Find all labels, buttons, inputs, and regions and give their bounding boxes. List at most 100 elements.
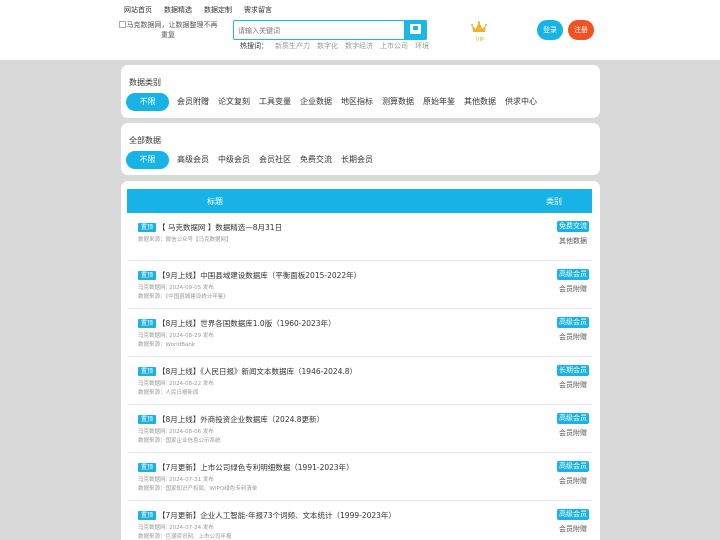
nav-home[interactable]: 网站首页 [124,5,152,15]
category-filter-panel: 数据类别 不限 会员附赠 论文复刻 工具变量 企业数据 地区指标 测算数据 原始… [121,65,600,118]
filter-chip[interactable]: 企业数据 [296,93,336,111]
search-box [233,20,427,40]
row-title-link[interactable]: 【8月上线】外商投资企业数据库（2024.8更新） [158,414,324,425]
row-source: 数据来源：国家知识产权局、WIPO绿色专利清单 [138,486,258,492]
row-title-link[interactable]: 【7月更新】企业人工智能-年报73个词频、文本统计（1999-2023年） [158,510,396,521]
data-list-panel: 标题 类别 置顶 【 马克数据网 】数据精选—8月31日 数据来源：微信公众号【… [121,181,600,540]
row-source: 数据来源：《中国县城建设统计年鉴》 [138,294,229,300]
row-category: 其他数据 [559,237,587,245]
logo-alt-text: 马克数据网，让数据整理不再重复 [126,21,218,39]
pinned-tag: 置顶 [138,223,157,232]
data-list: 置顶 【 马克数据网 】数据精选—8月31日 数据来源：微信公众号【马克数据网】… [127,213,592,540]
row-meta: 马克数据网: 2024-08-22 发布 [138,381,214,387]
row-category: 会员附赠 [559,525,587,533]
row-meta: 马克数据网: 2024-08-29 发布 [138,333,214,339]
row-meta: 马克数据网: 2024-09-05 发布 [138,285,214,291]
membership-badge: 高级会员 [557,509,589,520]
membership-badge: 高级会员 [557,269,589,280]
category-filter-options: 不限 会员附赠 论文复刻 工具变量 企业数据 地区指标 测算数据 原始年鉴 其他… [126,93,542,111]
vip-link[interactable]: VIP [471,18,489,43]
top-nav: 网站首页 数据精选 数据定制 需求留言 [124,5,272,15]
row-category: 会员附赠 [559,285,587,293]
hot-search-item[interactable]: 数字化 [317,41,338,51]
filter-chip[interactable]: 论文复刻 [214,93,254,111]
filter-chip[interactable]: 地区指标 [337,93,377,111]
row-category: 会员附赠 [559,477,587,485]
row-meta: 马克数据网: 2024-07-24 发布 [138,525,214,531]
category-filter-title: 数据类别 [129,78,161,87]
membership-filter-panel: 全部数据 不限 高级会员 中级会员 会员社区 免费交流 长期会员 [121,123,600,175]
table-row: 置顶 【8月上线】世界各国数据库1.0版（1960-2023年） 马克数据网: … [127,309,592,357]
table-row: 置顶 【9月上线】中国县域建设数据库（平衡面板2015-2022年） 马克数据网… [127,261,592,309]
membership-badge: 高级会员 [557,413,589,424]
filter-chip-all[interactable]: 不限 [126,93,169,111]
table-row: 置顶 【8月上线】《人民日报》新闻文本数据库（1946-2024.8） 马克数据… [127,357,592,405]
row-title-link[interactable]: 【7月更新】上市公司绿色专利明细数据（1991-2023年） [158,462,354,473]
filter-chip[interactable]: 其他数据 [460,93,500,111]
broken-image-icon [118,21,126,28]
membership-filter-title: 全部数据 [129,136,161,145]
table-row: 置顶 【7月更新】企业人工智能-年报73个词频、文本统计（1999-2023年）… [127,501,592,540]
search-input[interactable] [238,23,403,38]
row-title-link[interactable]: 【 马克数据网 】数据精选—8月31日 [158,222,282,233]
column-header-title: 标题 [207,197,223,206]
row-title-link[interactable]: 【8月上线】《人民日报》新闻文本数据库（1946-2024.8） [158,366,357,377]
hot-search: 热搜词： 新质生产力 数字化 数字经济 上市公司 环境 [240,41,429,51]
vip-label: VIP [476,37,484,43]
filter-chip[interactable]: 原始年鉴 [419,93,459,111]
table-row: 置顶 【7月更新】上市公司绿色专利明细数据（1991-2023年） 马克数据网:… [127,453,592,501]
search-icon [410,24,421,34]
membership-badge: 长期会员 [557,365,589,376]
filter-chip[interactable]: 长期会员 [337,151,377,169]
row-meta: 马克数据网: 2024-07-31 发布 [138,477,214,483]
crown-icon [471,21,487,32]
pinned-tag: 置顶 [138,367,157,376]
hot-search-item[interactable]: 上市公司 [380,41,408,51]
nav-data-selection[interactable]: 数据精选 [164,5,192,15]
filter-chip-all[interactable]: 不限 [126,151,169,169]
filter-chip[interactable]: 中级会员 [214,151,254,169]
filter-chip[interactable]: 供求中心 [501,93,541,111]
login-button[interactable]: 登录 [537,20,563,40]
pinned-tag: 置顶 [138,511,157,520]
nav-message[interactable]: 需求留言 [244,5,272,15]
membership-filter-options: 不限 高级会员 中级会员 会员社区 免费交流 长期会员 [126,151,378,169]
pinned-tag: 置顶 [138,463,157,472]
search-button[interactable] [404,20,427,40]
hot-search-item[interactable]: 数字经济 [345,41,373,51]
row-category: 会员附赠 [559,381,587,389]
table-row: 置顶 【 马克数据网 】数据精选—8月31日 数据来源：微信公众号【马克数据网】… [127,213,592,261]
pinned-tag: 置顶 [138,271,157,280]
filter-chip[interactable]: 测算数据 [378,93,418,111]
table-header: 标题 类别 [127,189,592,213]
row-title-link[interactable]: 【9月上线】中国县域建设数据库（平衡面板2015-2022年） [158,270,361,281]
row-title-link[interactable]: 【8月上线】世界各国数据库1.0版（1960-2023年） [158,318,336,329]
hot-search-label: 热搜词： [240,42,268,50]
filter-chip[interactable]: 会员附赠 [173,93,213,111]
row-source: 数据来源：国家企业信息公示系统 [138,438,221,444]
filter-chip[interactable]: 免费交流 [296,151,336,169]
filter-chip[interactable]: 高级会员 [173,151,213,169]
column-header-category: 类别 [546,197,562,206]
register-button[interactable]: 注册 [568,20,594,40]
row-meta: 数据来源：微信公众号【马克数据网】 [138,237,232,243]
hot-search-item[interactable]: 新质生产力 [275,41,310,51]
row-meta: 马克数据网: 2024-08-06 发布 [138,429,214,435]
pinned-tag: 置顶 [138,415,157,424]
membership-badge: 高级会员 [557,317,589,328]
hot-search-item[interactable]: 环境 [415,41,429,51]
table-row: 置顶 【8月上线】外商投资企业数据库（2024.8更新） 马克数据网: 2024… [127,405,592,453]
membership-badge: 高级会员 [557,461,589,472]
site-header: 网站首页 数据精选 数据定制 需求留言 马克数据网，让数据整理不再重复 热搜词：… [0,0,720,60]
filter-chip[interactable]: 工具变量 [255,93,295,111]
row-source: 数据来源：WorldBank [138,342,196,348]
row-source: 数据来源：人民日报新闻 [138,390,199,396]
nav-data-custom[interactable]: 数据定制 [204,5,232,15]
site-logo[interactable]: 马克数据网，让数据整理不再重复 [118,20,218,50]
filter-chip[interactable]: 会员社区 [255,151,295,169]
pinned-tag: 置顶 [138,319,157,328]
membership-badge: 免费交流 [557,221,589,232]
row-category: 会员附赠 [559,333,587,341]
row-source: 数据来源：巨潮资讯网、上市公司年报 [138,534,232,540]
row-category: 会员附赠 [559,429,587,437]
